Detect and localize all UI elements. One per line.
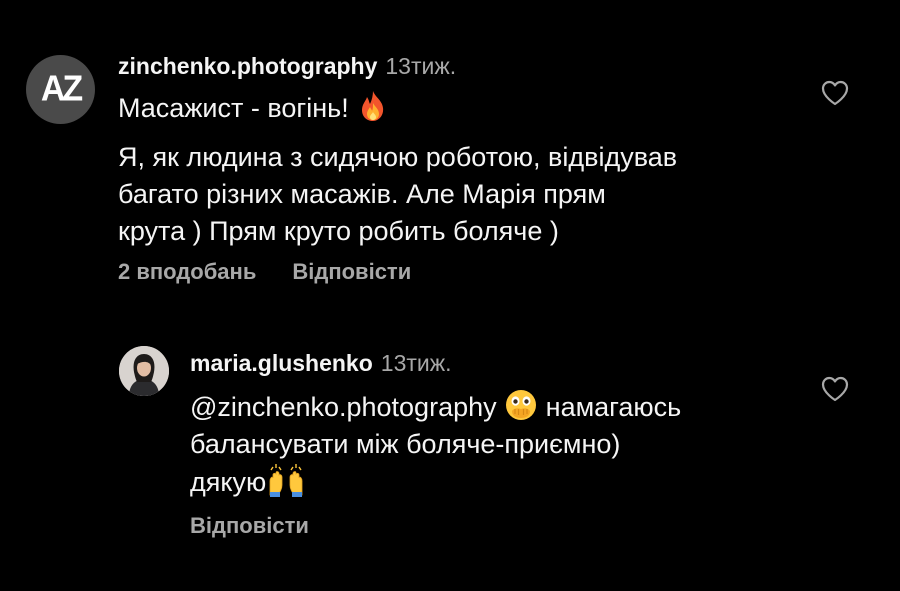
comment-line-2: Я, як людина з сидячою роботою, відвідув… (118, 142, 678, 172)
fire-emoji (362, 91, 384, 121)
reply-line-1: @zinchenko.photography намагаюсь (190, 388, 681, 426)
reply-line-3: дякую (190, 463, 681, 501)
avatar[interactable] (119, 346, 169, 396)
heart-icon[interactable] (821, 376, 849, 402)
comment-line-4: крута ) Прям круто робить боляче ) (118, 216, 559, 246)
comment-time: 13тиж. (385, 53, 457, 79)
comment-actions: 2 вподобань Відповісти (118, 259, 411, 285)
comment-line-1: Масажист - вогінь! (118, 89, 677, 127)
reply-time: 13тиж. (380, 350, 452, 376)
avatar-initials: AZ (40, 69, 83, 109)
likes-count[interactable]: 2 вподобань (118, 259, 256, 284)
reply-line-1-text: намагаюсь (545, 392, 682, 422)
raising-hands-emoji (269, 464, 303, 497)
face-with-open-eyes-and-hand-over-mouth-emoji (506, 390, 537, 420)
comment-line-3: багато різних масажів. Але Марія прям (118, 179, 606, 209)
reply-username[interactable]: maria.glushenko (190, 350, 373, 376)
mention-link[interactable]: @zinchenko.photography (190, 392, 497, 422)
reply-button[interactable]: Відповісти (190, 513, 309, 538)
heart-icon[interactable] (821, 80, 849, 106)
avatar[interactable]: AZ (26, 55, 95, 124)
reply-line-2: балансувати між боляче-приємно) (190, 429, 621, 459)
reply-button[interactable]: Відповісти (292, 259, 411, 284)
comment-header: zinchenko.photography 13тиж. (118, 53, 456, 80)
reply-text: @zinchenko.photography намагаюсь балансу… (190, 388, 681, 501)
reply-header: maria.glushenko 13тиж. (190, 350, 452, 377)
comment-username[interactable]: zinchenko.photography (118, 53, 377, 79)
reply-actions: Відповісти (190, 513, 309, 539)
avatar-photo-icon (119, 346, 169, 396)
comment-text: Масажист - вогінь! Я, як людина з сидячо… (118, 89, 677, 250)
